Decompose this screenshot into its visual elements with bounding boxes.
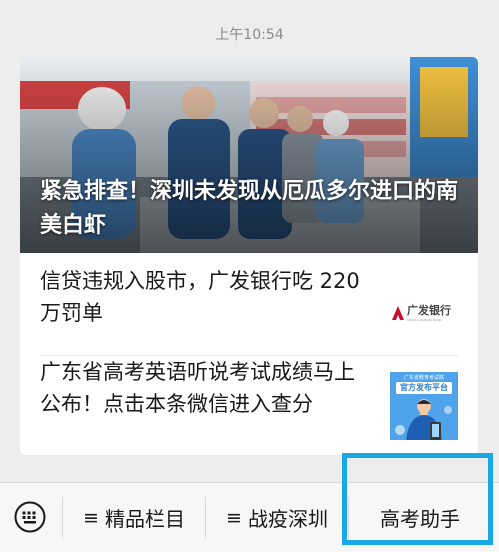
- headline-title[interactable]: 紧急排查！深圳未发现从厄瓜多尔进口的南美白虾: [40, 175, 460, 243]
- menu-item-zhanyi-shenzhen[interactable]: ≡ 战疫深圳: [206, 483, 348, 552]
- article-title[interactable]: 信贷违规入股市，广发银行吃 220 万罚单: [40, 265, 375, 329]
- article-title[interactable]: 广东省高考英语听说考试成绩马上公布！点击本条微信进入查分: [40, 356, 375, 420]
- thumb-banner-text: 官方发布平台: [396, 382, 452, 394]
- message-timestamp: 上午10:54: [215, 27, 284, 43]
- article-thumbnail[interactable]: 广发银行 CHINA GUANGFA BANK: [390, 281, 458, 349]
- keyboard-icon[interactable]: [14, 501, 46, 533]
- article-thumbnail[interactable]: 广东省教育考试院 官方发布平台: [390, 372, 458, 440]
- guangfa-bank-logo: 广发银行 CHINA GUANGFA BANK: [390, 304, 458, 326]
- person-phone-illustration: [395, 399, 452, 440]
- guangfa-logo-subtext: CHINA GUANGFA BANK: [407, 318, 442, 322]
- guangfa-logo-text: 广发银行: [407, 304, 451, 317]
- headline-cover[interactable]: 紧急排查！深圳未发现从厄瓜多尔进口的南美白虾: [20, 57, 478, 253]
- article-item[interactable]: 广东省高考英语听说考试成绩马上公布！点击本条微信进入查分 广东省教育考试院 官方…: [40, 356, 458, 446]
- thumb-top-text: 广东省教育考试院: [403, 375, 444, 381]
- article-card[interactable]: 紧急排查！深圳未发现从厄瓜多尔进口的南美白虾 信贷违规入股市，广发银行吃 220…: [20, 57, 478, 455]
- menu-list-icon: ≡: [226, 506, 242, 529]
- menu-list-icon: ≡: [83, 506, 99, 529]
- article-item[interactable]: 信贷违规入股市，广发银行吃 220 万罚单 广发银行 CHINA GUANGFA…: [40, 265, 458, 356]
- menu-item-label: 战疫深圳: [247, 507, 328, 531]
- guangfa-logo-icon: [392, 306, 404, 320]
- menu-item-jingpin[interactable]: ≡ 精品栏目: [63, 483, 205, 552]
- highlight-box: [342, 453, 493, 545]
- menu-item-label: 精品栏目: [104, 507, 185, 531]
